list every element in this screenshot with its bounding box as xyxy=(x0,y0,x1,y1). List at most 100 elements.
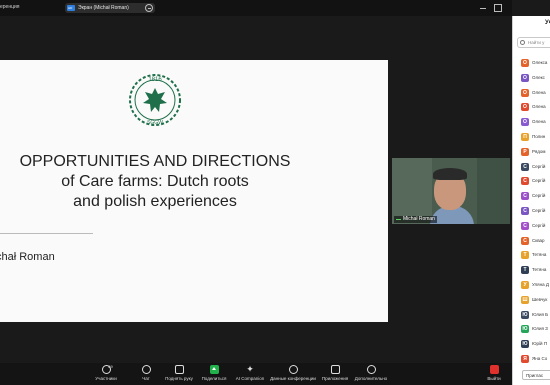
participant-name: Сергій xyxy=(532,163,546,169)
avatar: О xyxy=(521,88,529,97)
participant-row[interactable]: С Сквар xyxy=(519,234,550,249)
signal-icon xyxy=(396,216,401,220)
participant-row[interactable]: Р Рядом xyxy=(519,145,550,160)
participants-button[interactable]: 69 Участники xyxy=(92,363,120,385)
meeting-info-button[interactable]: Данные конференции xyxy=(268,363,318,385)
participant-name: Олена xyxy=(532,104,546,110)
slide-author: chał Roman xyxy=(0,251,55,263)
chat-button[interactable]: Чат xyxy=(135,363,157,385)
ai-companion-button[interactable]: ✦ AI Companion xyxy=(234,363,266,385)
participant-row[interactable]: С Сергій xyxy=(519,204,550,219)
avatar: С xyxy=(521,192,529,201)
participant-row[interactable]: С Сергій xyxy=(519,189,550,204)
participant-name: Полин xyxy=(532,133,546,139)
leave-icon xyxy=(489,365,499,374)
participant-row[interactable]: О Олена xyxy=(519,100,550,115)
participant-row[interactable]: О Олена xyxy=(519,86,550,101)
participants-panel: Уч Найти у ООлексаООлексООленаООленаООле… xyxy=(512,16,550,385)
participant-name: Сквар xyxy=(532,237,545,243)
svg-text:1816: 1816 xyxy=(148,77,162,83)
panel-title: Уч xyxy=(545,20,550,26)
participant-row[interactable]: Я Яна Со xyxy=(519,352,550,367)
avatar: О xyxy=(521,103,529,112)
participant-video[interactable]: Michał Roman xyxy=(392,158,510,224)
avatar: У xyxy=(521,280,529,289)
avatar: С xyxy=(521,162,529,171)
participant-row[interactable]: Т Тетяна xyxy=(519,263,550,278)
more-button[interactable]: Дополнительно xyxy=(352,363,390,385)
participant-name: Сергій xyxy=(532,222,546,228)
avatar: Ю xyxy=(521,310,529,319)
slide-title-line: OPPORTUNITIES AND DIRECTIONS xyxy=(19,153,291,170)
avatar: О xyxy=(521,59,529,67)
invite-button[interactable]: Приглас xyxy=(522,370,550,380)
app-title: еренция xyxy=(0,4,20,10)
maximize-icon[interactable] xyxy=(492,3,502,12)
participant-row[interactable]: С Сергій xyxy=(519,174,550,189)
participant-name: Уляна Д xyxy=(532,281,549,287)
divider xyxy=(0,233,93,234)
share-button[interactable]: Поделиться xyxy=(200,363,228,385)
participant-name: Олена xyxy=(532,89,546,95)
search-icon xyxy=(520,40,525,45)
avatar: Ю xyxy=(521,325,529,334)
meeting-toolbar: 69 Участники Чат Поднять руку Поделиться… xyxy=(0,363,512,385)
participant-name: Юлия Б xyxy=(532,311,549,317)
participant-row[interactable]: Ю Юлия З xyxy=(519,322,550,337)
share-screen-icon xyxy=(209,365,219,374)
sggw-logo: 1816 SGGW xyxy=(129,74,181,126)
shared-slide: 1816 SGGW OPPORTUNITIES AND DIRECTIONS o… xyxy=(0,60,388,322)
participant-list: О Олекса О Олекс О Олена О Олена О Олена П Полин Р Ря… xyxy=(519,56,550,367)
leave-button[interactable]: Выйти xyxy=(484,363,504,385)
apps-button[interactable]: Приложения xyxy=(320,363,350,385)
hand-icon xyxy=(174,365,184,374)
participant-name: Юрій П xyxy=(532,341,548,347)
participant-name: Шевчук xyxy=(532,296,548,302)
participant-row[interactable]: С Сергій xyxy=(519,160,550,175)
avatar: Т xyxy=(521,266,529,275)
participant-name: Рядом xyxy=(532,148,546,154)
participants-count: 69 xyxy=(108,364,113,369)
info-icon xyxy=(288,365,298,374)
participant-row[interactable]: У Уляна Д xyxy=(519,278,550,293)
participant-name: Юлия З xyxy=(532,326,548,332)
participant-row[interactable]: Ю Юрій П xyxy=(519,337,550,352)
avatar: С xyxy=(521,177,529,186)
top-bar: еренция HD Экран (Michał Roman) xyxy=(0,0,512,16)
svg-text:SGGW: SGGW xyxy=(147,120,163,126)
minimize-icon[interactable] xyxy=(478,3,488,12)
participant-row[interactable]: С Сергій xyxy=(519,219,550,234)
avatar: С xyxy=(521,206,529,215)
participant-row[interactable]: О Олекса xyxy=(519,56,550,71)
participant-name: Сергій xyxy=(532,178,546,184)
screen-share-indicator[interactable]: HD Экран (Michał Roman) xyxy=(65,3,155,13)
sparkle-icon: ✦ xyxy=(246,364,254,374)
participant-name: Сергій xyxy=(532,193,546,199)
search-input[interactable]: Найти у xyxy=(517,37,550,48)
hd-icon: HD xyxy=(67,5,75,11)
slide-title-line: and polish experiences xyxy=(73,193,237,210)
avatar: П xyxy=(521,132,529,141)
raise-hand-button[interactable]: Поднять руку xyxy=(162,363,196,385)
avatar: О xyxy=(521,118,529,127)
participant-row[interactable]: П Полин xyxy=(519,130,550,145)
participant-name: Яна Со xyxy=(532,355,548,361)
participant-row[interactable]: О Олекс xyxy=(519,71,550,86)
participant-name: Олекса xyxy=(532,60,548,65)
participant-row[interactable]: Ю Юлия Б xyxy=(519,308,550,323)
avatar: Ю xyxy=(521,340,529,349)
avatar: Р xyxy=(521,147,529,156)
avatar: С xyxy=(521,221,529,230)
avatar: Ш xyxy=(521,295,529,304)
chat-icon xyxy=(141,365,151,374)
slide-title: OPPORTUNITIES AND DIRECTIONS of Care far… xyxy=(0,152,310,212)
stop-share-icon[interactable] xyxy=(145,4,153,12)
video-name-label: Michał Roman xyxy=(394,216,437,223)
avatar: Я xyxy=(521,354,529,363)
participant-row[interactable]: Т Тетяна xyxy=(519,248,550,263)
avatar: С xyxy=(521,236,529,245)
participant-name: Тетяна xyxy=(532,252,547,258)
search-placeholder: Найти у xyxy=(528,40,545,45)
participant-row[interactable]: О Олена xyxy=(519,115,550,130)
participant-row[interactable]: Ш Шевчук xyxy=(519,293,550,308)
